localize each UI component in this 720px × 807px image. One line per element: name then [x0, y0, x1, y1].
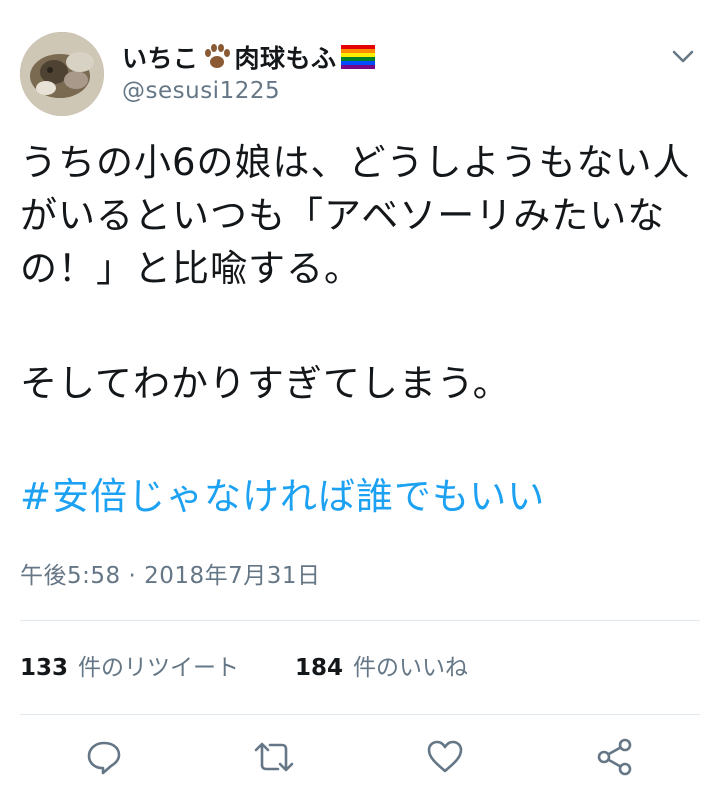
tweet-header: いちこ 肉球もふ @sesusi1225	[20, 32, 700, 118]
likes-stat[interactable]: 184 件のいいね	[295, 648, 468, 682]
user-handle[interactable]: @sesusi1225	[122, 78, 280, 104]
rainbow-flag-icon	[340, 45, 375, 69]
tweet-actions	[0, 735, 720, 787]
retweet-icon[interactable]	[252, 735, 296, 779]
tweet-stats: 133 件のリツイート 184 件のいいね	[20, 648, 468, 682]
hashtag-link[interactable]: #安倍じゃなければ誰でもいい	[20, 470, 545, 523]
display-name: いちこ	[122, 44, 199, 73]
tweet-timestamp[interactable]: 午後5:58 · 2018年7月31日	[20, 556, 321, 590]
avatar[interactable]	[20, 32, 104, 116]
tweet-detail: いちこ 肉球もふ @sesusi1225 うちの小6の娘は、どうしようもない人が…	[0, 0, 720, 807]
retweets-label: 件のリツイート	[78, 655, 240, 681]
tweet-text: うちの小6の娘は、どうしようもない人がいるといつも「アベソーリみたいなの！」と比…	[20, 136, 710, 295]
tweet-text-paragraph-1: うちの小6の娘は、どうしようもない人がいるといつも「アベソーリみたいなの！」と比…	[20, 141, 691, 290]
retweets-stat[interactable]: 133 件のリツイート	[20, 648, 239, 682]
chevron-down-icon[interactable]	[666, 40, 700, 74]
retweets-count: 133	[20, 655, 69, 681]
avatar-image	[20, 32, 104, 116]
tweet-text-paragraph-2: そしてわかりすぎてしまう。	[20, 362, 511, 405]
reply-icon[interactable]	[82, 735, 126, 779]
likes-count: 184	[295, 655, 344, 681]
likes-label: 件のいいね	[353, 655, 469, 681]
display-name-suffix: 肉球もふ	[234, 44, 337, 73]
share-icon[interactable]	[593, 735, 637, 779]
display-name-row[interactable]: いちこ 肉球もふ	[122, 40, 375, 74]
heart-icon[interactable]	[423, 735, 467, 779]
divider	[20, 620, 700, 621]
divider	[20, 714, 700, 715]
paw-icon	[203, 44, 231, 70]
